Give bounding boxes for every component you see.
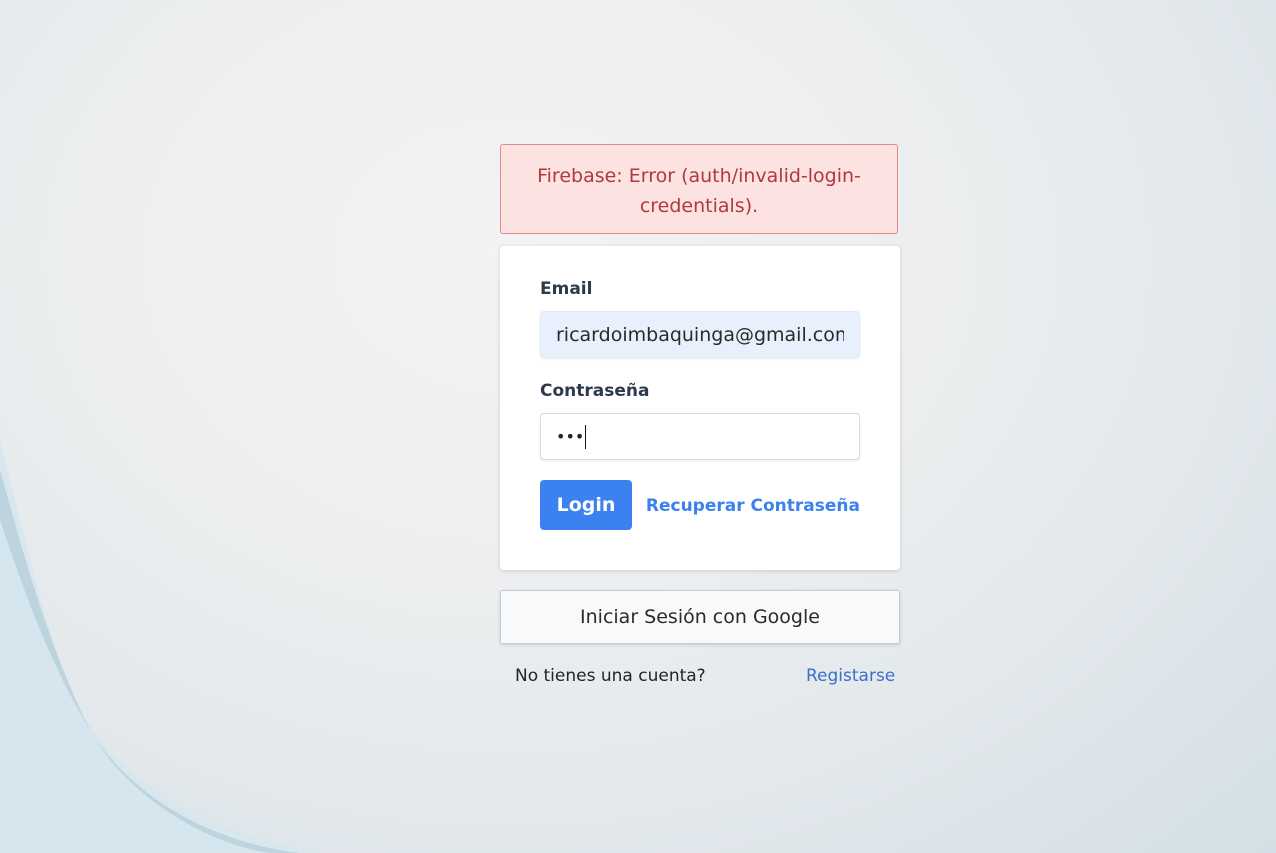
login-button[interactable]: Login: [540, 480, 632, 530]
google-signin-button[interactable]: Iniciar Sesión con Google: [500, 590, 900, 644]
no-account-text: No tienes una cuenta?: [515, 666, 706, 686]
error-alert: Firebase: Error (auth/invalid-login-cred…: [500, 144, 898, 234]
email-input[interactable]: [540, 311, 860, 358]
password-label: Contraseña: [540, 381, 650, 401]
recover-password-link[interactable]: Recuperar Contraseña: [646, 496, 860, 516]
password-masked-value: •••: [556, 427, 585, 446]
login-card: Email Contraseña ••• Login Recuperar Con…: [500, 246, 900, 570]
register-link[interactable]: Registarse: [806, 666, 895, 686]
password-input[interactable]: •••: [540, 413, 860, 460]
error-message: Firebase: Error (auth/invalid-login-cred…: [537, 165, 861, 217]
email-label: Email: [540, 279, 593, 299]
text-caret: [585, 424, 587, 449]
